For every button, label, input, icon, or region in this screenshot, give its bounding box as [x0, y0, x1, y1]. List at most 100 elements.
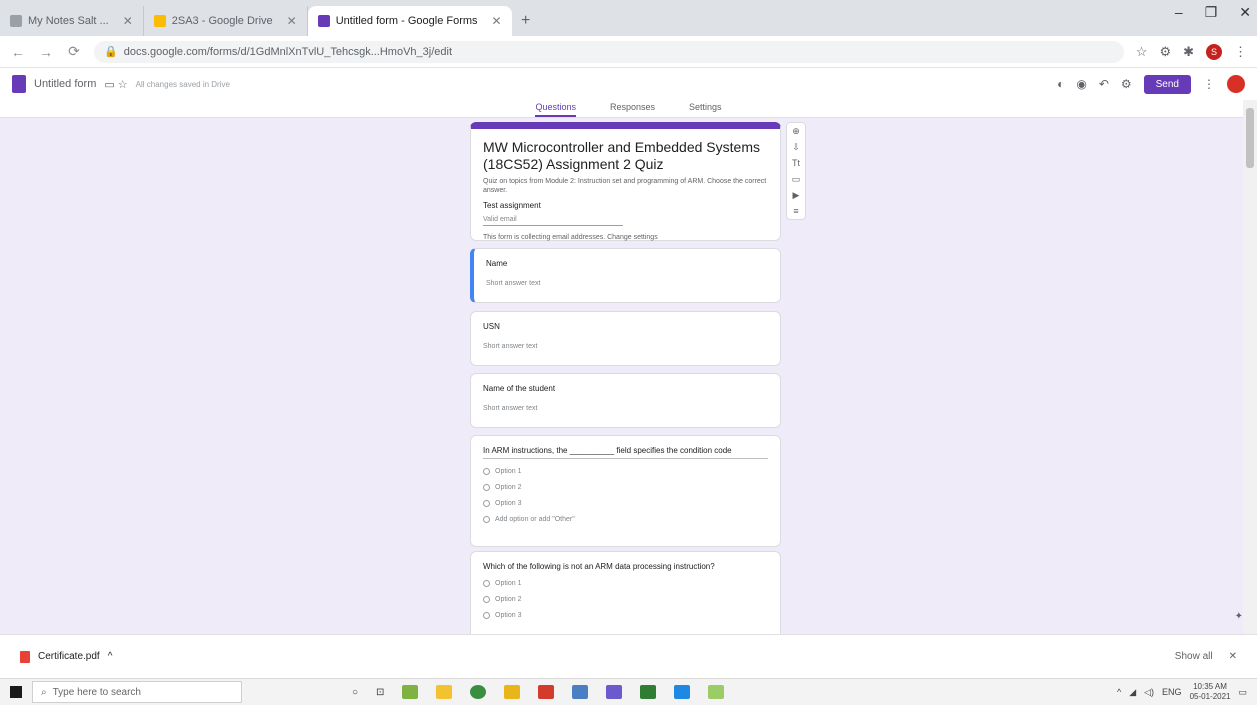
forward-button[interactable]: →	[38, 44, 54, 60]
form-title-card[interactable]: MW Microcontroller and Embedded Systems …	[470, 122, 781, 241]
add-title-icon[interactable]: Tt	[792, 158, 800, 168]
short-answer-placeholder: Short answer text	[486, 280, 541, 287]
app-icon[interactable]	[708, 685, 725, 699]
palette-icon[interactable]: ◐	[1057, 77, 1064, 91]
option-label: Option 2	[495, 596, 522, 603]
minimize-button[interactable]: –	[1175, 4, 1183, 21]
preview-eye-icon[interactable]: ◉	[1076, 77, 1086, 91]
maximize-button[interactable]: ❐	[1205, 4, 1218, 21]
extension-icon[interactable]: ⚙	[1159, 44, 1171, 60]
app-icon[interactable]	[640, 685, 657, 699]
form-title[interactable]: MW Microcontroller and Embedded Systems …	[483, 139, 768, 173]
network-icon[interactable]: ◢	[1129, 687, 1136, 698]
form-doc-title[interactable]: Untitled form	[34, 78, 96, 90]
app-icon[interactable]	[674, 685, 691, 699]
explorer-icon[interactable]	[436, 685, 453, 699]
collecting-email-note: This form is collecting email addresses.…	[483, 234, 658, 241]
email-field[interactable]: Valid email	[483, 216, 623, 226]
app-icon[interactable]	[538, 685, 555, 699]
new-tab-button[interactable]: +	[512, 6, 540, 36]
mc-option[interactable]: Option 3	[483, 612, 768, 619]
clock[interactable]: 10:35 AM 05-01-2021	[1190, 682, 1231, 702]
app-icon[interactable]	[504, 685, 521, 699]
profile-avatar[interactable]: S	[1206, 43, 1222, 60]
back-button[interactable]: ←	[10, 44, 26, 60]
mc-question-card[interactable]: In ARM instructions, the __________ fiel…	[470, 435, 781, 547]
short-answer-placeholder: Short answer text	[483, 343, 538, 350]
start-icon[interactable]	[10, 686, 22, 698]
short-answer-placeholder: Short answer text	[483, 405, 538, 412]
question-card-name[interactable]: Name Short answer text	[470, 248, 781, 303]
mc-question-title[interactable]: Which of the following is not an ARM dat…	[483, 562, 768, 571]
task-view-icon[interactable]: ⊡	[376, 687, 384, 698]
chrome-icon[interactable]	[470, 685, 487, 699]
scrollbar-thumb[interactable]	[1246, 108, 1254, 168]
star-icon[interactable]: ☆	[1136, 44, 1148, 60]
floating-toolbar: ⊕ ⇩ Tt ▭ ▶ ≡	[786, 122, 806, 220]
option-label: Option 1	[495, 580, 522, 587]
url-input[interactable]: 🔒 docs.google.com/forms/d/1GdMnlXnTvlU_T…	[94, 40, 1124, 63]
mc-option[interactable]: Option 2	[483, 596, 768, 603]
volume-icon[interactable]: ◁)	[1144, 687, 1154, 698]
browser-tab-1[interactable]: My Notes Salt ... ✕	[0, 6, 144, 36]
mc-option[interactable]: Option 2	[483, 484, 768, 491]
page-scrollbar[interactable]	[1243, 100, 1257, 634]
notification-icon[interactable]: ▭	[1238, 687, 1247, 698]
app-icon[interactable]	[606, 685, 623, 699]
close-icon[interactable]: ✕	[287, 14, 297, 28]
add-image-icon[interactable]: ▭	[792, 174, 801, 185]
browser-tab-3[interactable]: Untitled form - Google Forms ✕	[307, 6, 512, 36]
drive-icon	[153, 15, 166, 27]
reload-button[interactable]: ⟳	[66, 43, 82, 60]
tray-chevron-icon[interactable]: ^	[1117, 687, 1121, 697]
undo-icon[interactable]: ↶	[1099, 77, 1109, 91]
more-icon[interactable]: ⋮	[1203, 77, 1215, 91]
send-button[interactable]: Send	[1143, 74, 1191, 94]
app-icon[interactable]	[572, 685, 589, 699]
browser-tab-strip: My Notes Salt ... ✕ 2SA3 - Google Drive …	[0, 0, 1257, 36]
option-label: Add option or add "Other"	[495, 516, 575, 523]
mc-question-title[interactable]: In ARM instructions, the __________ fiel…	[483, 446, 768, 459]
menu-icon[interactable]: ⋮	[1234, 44, 1247, 60]
add-section-icon[interactable]: ≡	[793, 206, 798, 216]
chevron-up-icon[interactable]: ^	[108, 651, 113, 662]
language-indicator[interactable]: ENG	[1162, 687, 1182, 697]
close-icon[interactable]: ✕	[123, 14, 133, 28]
radio-icon	[483, 516, 490, 523]
settings-gear-icon[interactable]: ⚙	[1121, 77, 1132, 91]
puzzle-icon[interactable]: ✱	[1183, 44, 1194, 60]
tab-responses[interactable]: Responses	[610, 100, 655, 117]
download-file-name[interactable]: Certificate.pdf	[38, 651, 100, 662]
show-all-button[interactable]: Show all	[1175, 651, 1213, 662]
question-card-student-name[interactable]: Name of the student Short answer text	[470, 373, 781, 428]
add-video-icon[interactable]: ▶	[793, 190, 800, 201]
taskbar-search-input[interactable]: ⌕ Type here to search	[32, 681, 242, 703]
url-text: docs.google.com/forms/d/1GdMnlXnTvlU_Teh…	[123, 45, 453, 58]
mc-question-card-2[interactable]: Which of the following is not an ARM dat…	[470, 551, 781, 634]
add-question-icon[interactable]: ⊕	[792, 126, 800, 137]
close-icon[interactable]: ✕	[492, 14, 502, 28]
cortana-icon[interactable]: ○	[352, 687, 358, 698]
explore-icon[interactable]: ✦	[1235, 611, 1243, 622]
folder-icon[interactable]: ▭ ☆	[104, 78, 127, 91]
tab-favicon-icon	[10, 15, 22, 27]
form-description[interactable]: Quiz on topics from Module 2: Instructio…	[483, 177, 768, 195]
avatar[interactable]	[1227, 75, 1245, 93]
tab-questions[interactable]: Questions	[535, 100, 576, 117]
system-tray: ^ ◢ ◁) ENG 10:35 AM 05-01-2021 ▭	[1117, 682, 1247, 702]
close-window-button[interactable]: ✕	[1239, 4, 1251, 21]
forms-logo-icon[interactable]	[12, 75, 26, 93]
add-option[interactable]: Add option or add "Other"	[483, 516, 768, 523]
mc-option[interactable]: Option 1	[483, 580, 768, 587]
app-icon[interactable]	[402, 685, 419, 699]
import-questions-icon[interactable]: ⇩	[792, 142, 800, 153]
browser-tab-2[interactable]: 2SA3 - Google Drive ✕	[144, 6, 308, 36]
tab-settings[interactable]: Settings	[689, 100, 722, 117]
mc-option[interactable]: Option 3	[483, 500, 768, 507]
download-actions: Show all ✕	[1175, 651, 1237, 662]
mc-option[interactable]: Option 1	[483, 468, 768, 475]
radio-icon	[483, 596, 490, 603]
radio-icon	[483, 500, 490, 507]
close-download-bar-button[interactable]: ✕	[1229, 651, 1237, 662]
question-card-usn[interactable]: USN Short answer text	[470, 311, 781, 366]
